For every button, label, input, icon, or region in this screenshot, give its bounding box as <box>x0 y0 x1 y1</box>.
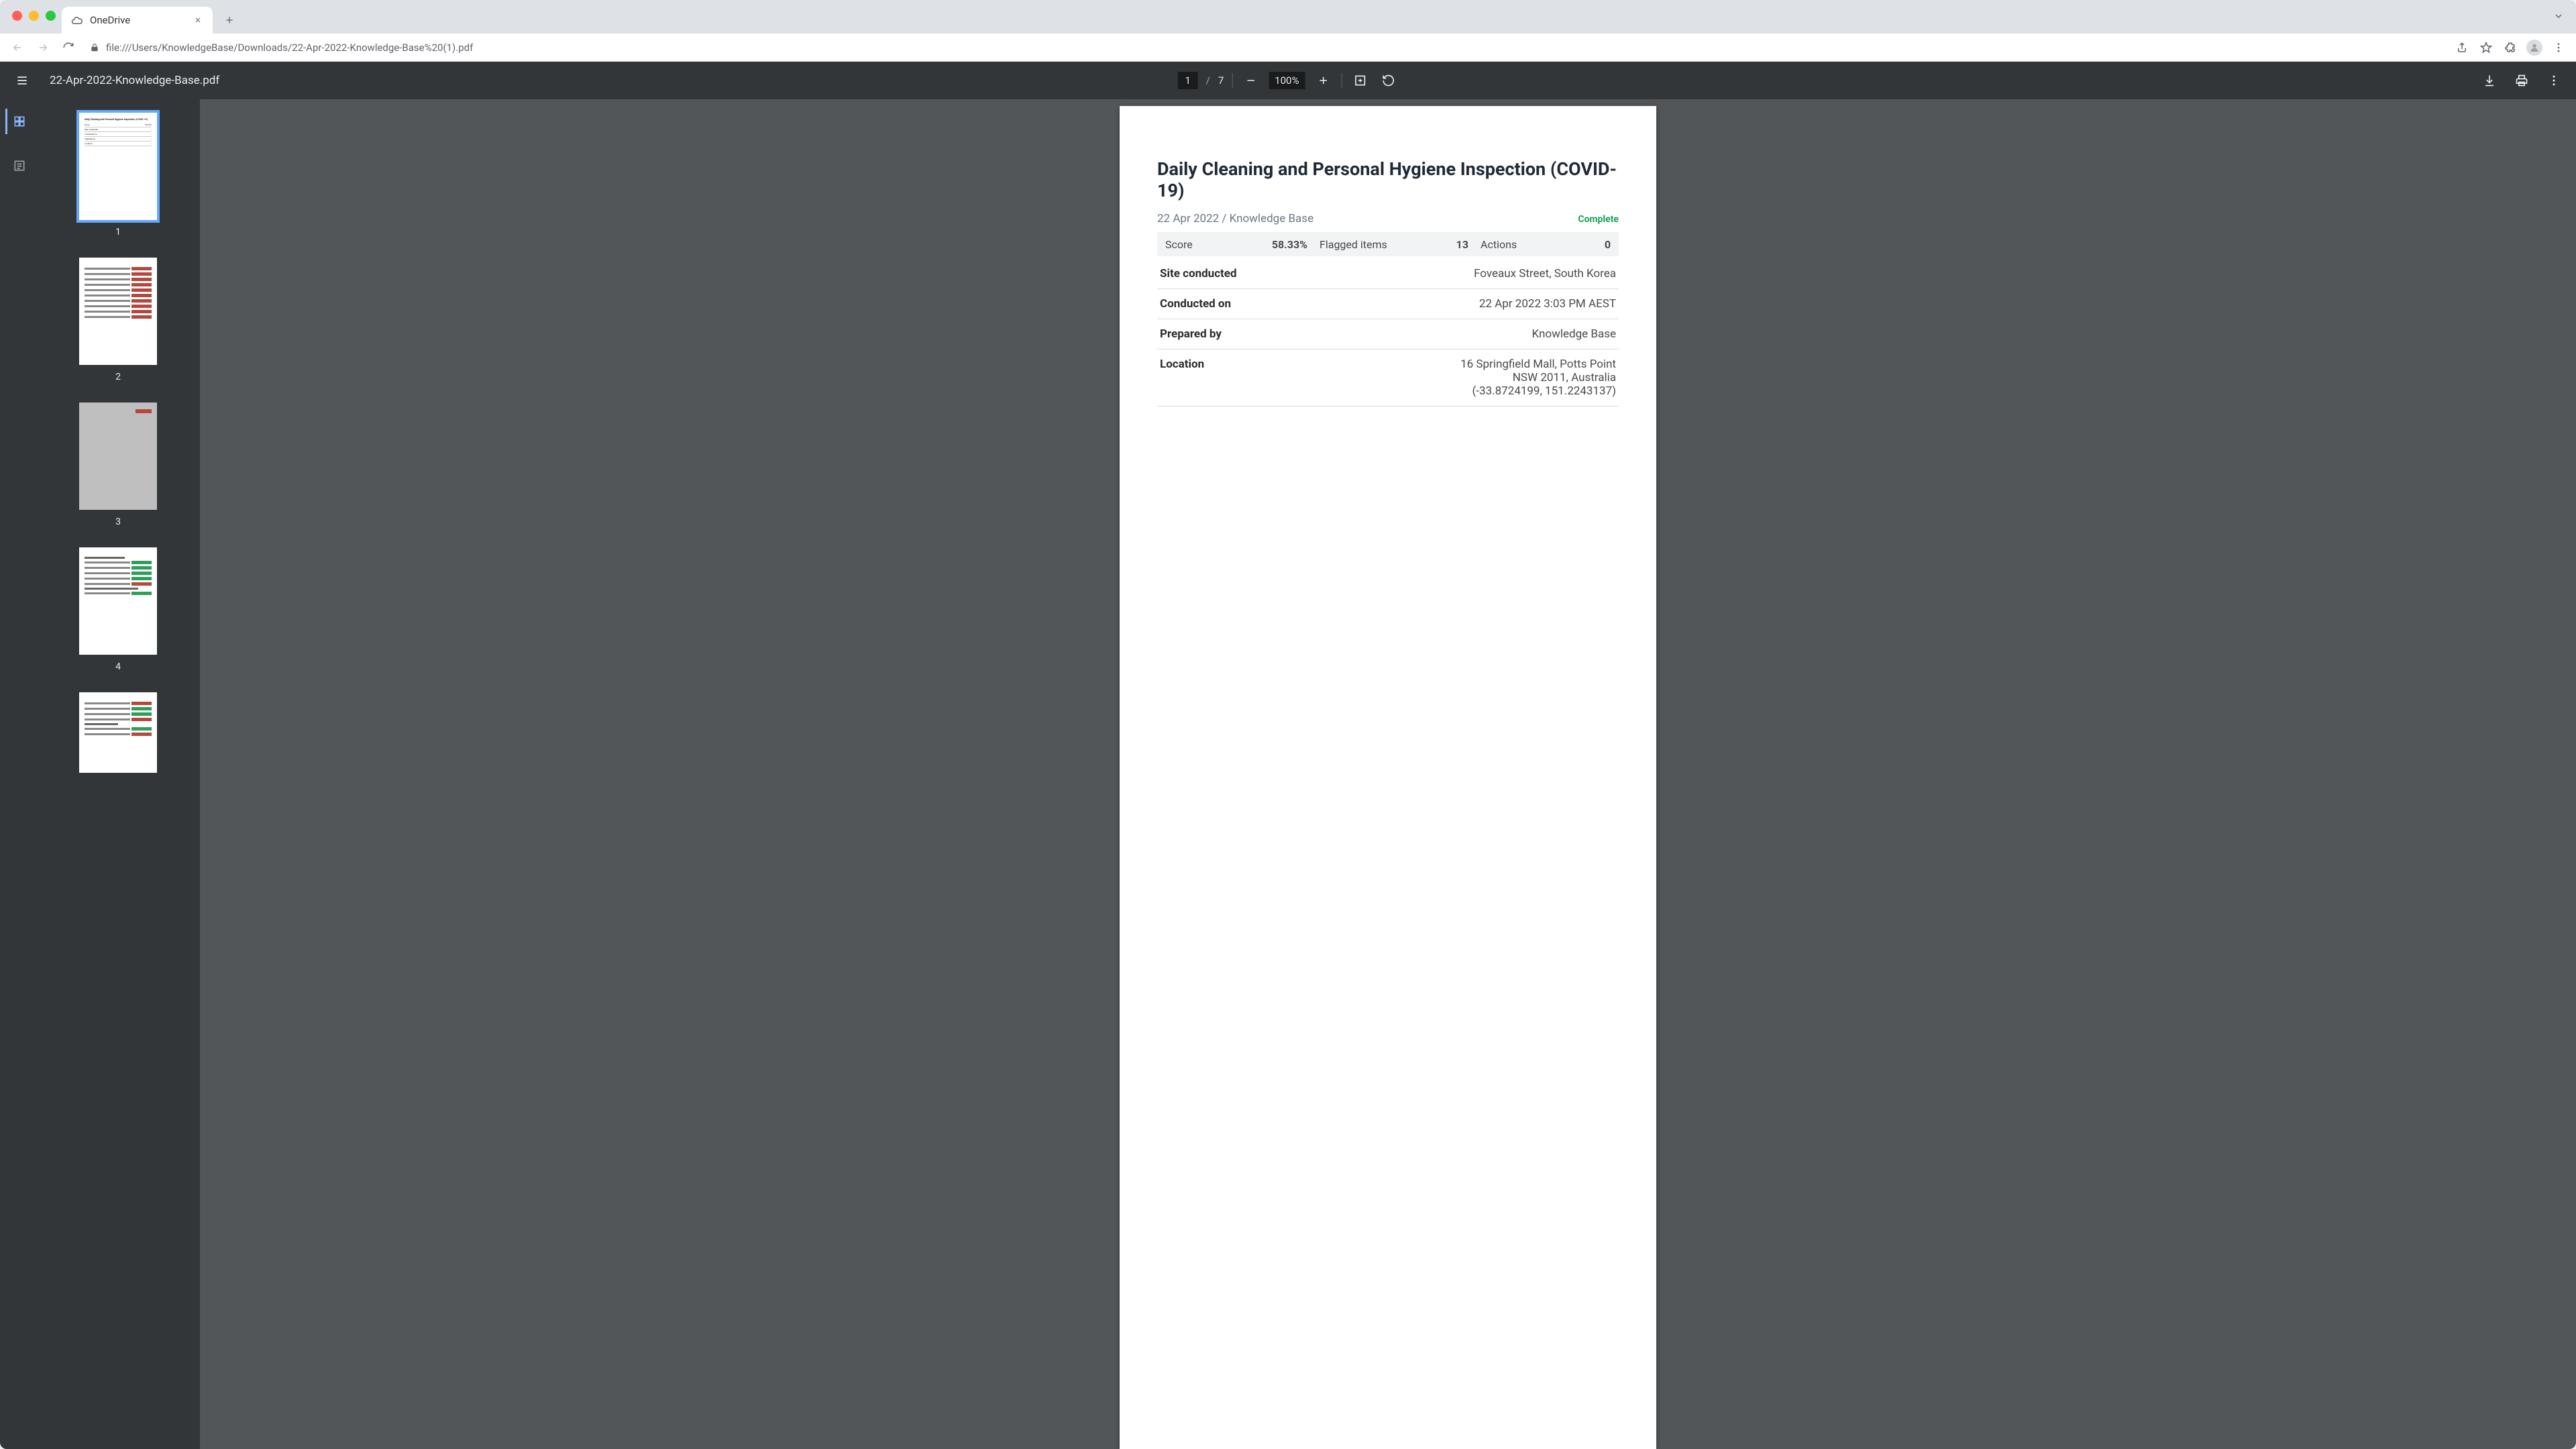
thumbnail-page-2[interactable] <box>79 258 157 365</box>
thumbnail-number: 4 <box>115 661 121 672</box>
location-value: 16 Springfield Mall, Potts Point NSW 201… <box>1460 358 1616 398</box>
browser-tab[interactable]: OneDrive <box>62 7 213 34</box>
thumbnail-page-5[interactable] <box>79 692 157 773</box>
prepared-by-label: Prepared by <box>1160 327 1222 341</box>
pdf-toolbar: 22-Apr-2022-Knowledge-Base.pdf / 7 <box>0 62 2576 99</box>
info-row-conducted: Conducted on 22 Apr 2022 3:03 PM AEST <box>1157 289 1619 319</box>
titlebar: OneDrive <box>0 0 2576 34</box>
stats-bar: Score 58.33% Flagged items 13 Actions 0 <box>1157 232 1619 256</box>
score-value: 58.33% <box>1272 238 1307 251</box>
new-tab-button[interactable] <box>218 9 241 32</box>
thumbnail-panel[interactable]: Daily Cleaning and Personal Hygiene Insp… <box>36 99 200 1449</box>
tabs-overflow-button[interactable] <box>2553 11 2564 21</box>
pdf-filename: 22-Apr-2022-Knowledge-Base.pdf <box>50 74 219 87</box>
profile-button[interactable] <box>2524 37 2545 58</box>
info-row-site: Site conducted Foveaux Street, South Kor… <box>1157 259 1619 289</box>
share-button[interactable] <box>2451 37 2473 58</box>
print-button[interactable] <box>2512 70 2532 91</box>
rotate-button[interactable] <box>1378 70 1398 91</box>
conducted-on-label: Conducted on <box>1160 297 1231 311</box>
fit-page-button[interactable] <box>1350 70 1370 91</box>
avatar-icon <box>2526 40 2542 56</box>
status-badge: Complete <box>1578 214 1619 225</box>
thumbnail-number: 3 <box>115 517 121 527</box>
bookmark-button[interactable] <box>2475 37 2497 58</box>
pdf-more-menu-button[interactable] <box>2544 70 2564 91</box>
browser-menu-button[interactable] <box>2548 37 2569 58</box>
site-info-icon[interactable] <box>90 43 99 52</box>
score-label: Score <box>1165 238 1193 251</box>
flagged-value: 13 <box>1456 238 1468 251</box>
site-conducted-value: Foveaux Street, South Korea <box>1474 267 1616 280</box>
conducted-on-value: 22 Apr 2022 3:03 PM AEST <box>1479 297 1616 311</box>
url-text: file:///Users/KnowledgeBase/Downloads/22… <box>106 42 473 54</box>
info-row-prepared: Prepared by Knowledge Base <box>1157 319 1619 350</box>
flagged-label: Flagged items <box>1320 238 1387 251</box>
prepared-by-value: Knowledge Base <box>1532 327 1616 341</box>
window-controls <box>12 11 56 21</box>
tab-close-button[interactable] <box>193 15 203 25</box>
outline-tab[interactable] <box>5 153 31 178</box>
toolbar-divider <box>1341 73 1342 88</box>
thumbnail-number: 1 <box>115 227 121 237</box>
zoom-out-button[interactable] <box>1240 70 1260 91</box>
info-row-location: Location 16 Springfield Mall, Potts Poin… <box>1157 350 1619 407</box>
document-date-author: 22 Apr 2022 / Knowledge Base <box>1157 212 1313 225</box>
actions-value: 0 <box>1605 238 1611 251</box>
minimize-window-button[interactable] <box>29 11 39 21</box>
maximize-window-button[interactable] <box>46 11 56 21</box>
thumbnail-page-4[interactable] <box>79 547 157 655</box>
nav-forward-button[interactable] <box>32 37 54 58</box>
toggle-sidebar-button[interactable] <box>12 70 32 91</box>
total-pages: 7 <box>1218 74 1224 87</box>
download-button[interactable] <box>2479 70 2500 91</box>
zoom-level-input[interactable] <box>1269 72 1305 89</box>
reload-button[interactable] <box>58 37 79 58</box>
site-conducted-label: Site conducted <box>1160 267 1237 280</box>
sidebar-rail <box>0 99 36 1449</box>
thumbnail-page-1[interactable]: Daily Cleaning and Personal Hygiene Insp… <box>79 113 157 220</box>
thumbnails-tab[interactable] <box>5 109 31 134</box>
document-title: Daily Cleaning and Personal Hygiene Insp… <box>1157 158 1619 201</box>
url-field[interactable]: file:///Users/KnowledgeBase/Downloads/22… <box>83 38 2447 58</box>
thumbnail-number: 2 <box>115 372 121 382</box>
tab-title: OneDrive <box>90 14 186 26</box>
extensions-button[interactable] <box>2500 37 2521 58</box>
page-separator: / <box>1206 74 1210 87</box>
page-number-input[interactable] <box>1178 72 1198 89</box>
zoom-in-button[interactable] <box>1313 70 1333 91</box>
actions-label: Actions <box>1481 238 1517 251</box>
pdf-body: Daily Cleaning and Personal Hygiene Insp… <box>0 99 2576 1449</box>
nav-back-button[interactable] <box>7 37 28 58</box>
browser-window: OneDrive file:///Users/KnowledgeBase/Dow… <box>0 0 2576 1449</box>
thumbnail-page-3[interactable] <box>79 402 157 510</box>
pdf-toolbar-center: / 7 <box>1178 70 1399 91</box>
location-label: Location <box>1160 358 1204 371</box>
pdf-page-1: Daily Cleaning and Personal Hygiene Insp… <box>1120 106 1656 1449</box>
page-surface[interactable]: Daily Cleaning and Personal Hygiene Insp… <box>200 99 2576 1449</box>
address-bar: file:///Users/KnowledgeBase/Downloads/22… <box>0 34 2576 62</box>
pdf-viewer: 22-Apr-2022-Knowledge-Base.pdf / 7 <box>0 62 2576 1449</box>
tab-favicon-icon <box>71 14 83 26</box>
close-window-button[interactable] <box>12 11 22 21</box>
